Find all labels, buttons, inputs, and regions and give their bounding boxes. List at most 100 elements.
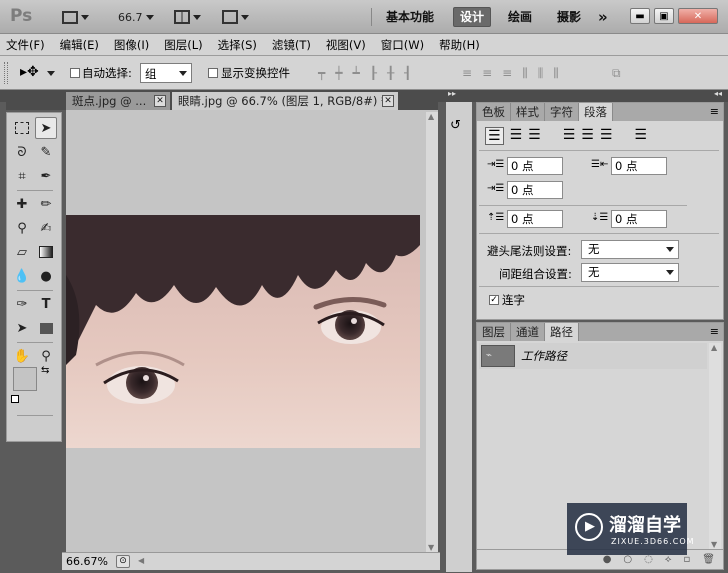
distribute-bottom-icon[interactable]: ≡ <box>502 66 512 81</box>
foreground-color-swatch[interactable] <box>13 367 37 391</box>
screen-mode-button[interactable] <box>222 8 249 26</box>
workspace-photography[interactable]: 摄影 <box>551 7 587 27</box>
tab-layers[interactable]: 图层 <box>477 323 511 341</box>
first-line-indent-input[interactable]: 0 点 <box>507 181 563 199</box>
close-button[interactable]: ✕ <box>678 8 718 24</box>
distribute-top-icon[interactable]: ≡ <box>462 66 472 81</box>
align-center-text-icon[interactable]: ☰ <box>510 127 523 145</box>
auto-select-dropdown[interactable]: 组 <box>140 63 192 83</box>
indent-left-input[interactable]: 0 点 <box>507 157 563 175</box>
workspace-essentials[interactable]: 基本功能 <box>380 7 440 27</box>
lasso-tool-icon[interactable]: ᘐ <box>11 141 33 163</box>
workspace-design[interactable]: 设计 <box>453 7 492 27</box>
tab-channels[interactable]: 通道 <box>511 323 545 341</box>
clone-stamp-tool-icon[interactable]: ⚲ <box>11 217 33 239</box>
expand-arrow-icon[interactable]: ◂◂ <box>714 89 722 98</box>
dodge-tool-icon[interactable]: ● <box>35 265 57 287</box>
show-transform-checkbox[interactable] <box>208 68 218 78</box>
align-bottom-icon[interactable]: ┷ <box>352 66 359 80</box>
history-panel-icon[interactable]: ↺ <box>450 118 461 133</box>
align-vcenter-icon[interactable]: ┿ <box>335 66 342 80</box>
hyphenate-checkbox[interactable]: ✓ <box>489 295 499 305</box>
menu-edit[interactable]: 编辑(E) <box>60 37 99 53</box>
bridge-launch-button[interactable] <box>62 8 89 26</box>
rectangle-tool-icon[interactable] <box>35 317 57 339</box>
hand-tool-icon[interactable]: ✋ <box>11 345 33 367</box>
delete-path-icon[interactable]: 🗑 <box>702 554 715 565</box>
move-tool-icon[interactable]: ➤ <box>35 117 57 139</box>
scroll-down-arrow-icon[interactable]: ▼ <box>711 540 717 549</box>
info-menu-icon[interactable]: ⊙ <box>116 555 130 568</box>
tab-document-eyes[interactable]: 眼睛.jpg @ 66.7% (图层 1, RGB/8#) * ✕ <box>172 92 398 110</box>
close-icon[interactable]: ✕ <box>382 95 394 107</box>
quick-select-tool-icon[interactable]: ✎ <box>35 141 57 163</box>
menu-file[interactable]: 文件(F) <box>6 37 45 53</box>
auto-select-checkbox[interactable] <box>70 68 80 78</box>
kinsoku-dropdown[interactable]: 无 <box>581 240 679 259</box>
menu-view[interactable]: 视图(V) <box>326 37 366 53</box>
vertical-scrollbar[interactable]: ▲ ▼ <box>709 343 721 549</box>
fill-path-icon[interactable]: ● <box>603 554 612 565</box>
zoom-status[interactable]: 66.67% <box>66 555 108 568</box>
indent-right-input[interactable]: 0 点 <box>611 157 667 175</box>
healing-brush-tool-icon[interactable]: ✚ <box>11 193 33 215</box>
distribute-vcenter-icon[interactable]: ≡ <box>482 66 492 81</box>
pen-tool-icon[interactable]: ✑ <box>11 293 33 315</box>
move-tool-preset-icon[interactable]: ▸✥ <box>20 64 39 80</box>
justify-last-left-icon[interactable]: ☰ <box>563 127 576 145</box>
space-after-input[interactable]: 0 点 <box>611 210 667 228</box>
swap-colors-icon[interactable]: ⇆ <box>41 365 49 376</box>
minimize-button[interactable]: ▬ <box>630 8 650 24</box>
gradient-tool-icon[interactable] <box>35 241 57 263</box>
list-item[interactable]: ⌁ 工作路径 <box>479 343 707 369</box>
scroll-left-arrow-icon[interactable]: ◀ <box>138 556 144 565</box>
align-left-text-icon[interactable]: ☰ <box>485 127 504 145</box>
view-extras-button[interactable] <box>174 8 201 26</box>
menu-filter[interactable]: 滤镜(T) <box>272 37 311 53</box>
mojikumi-dropdown[interactable]: 无 <box>581 263 679 282</box>
menu-window[interactable]: 窗口(W) <box>381 37 424 53</box>
menu-layer[interactable]: 图层(L) <box>164 37 202 53</box>
zoom-tool-icon[interactable]: ⚲ <box>35 345 57 367</box>
type-tool-icon[interactable]: T <box>35 293 57 315</box>
close-icon[interactable]: ✕ <box>154 95 166 107</box>
load-selection-icon[interactable]: ◌ <box>644 554 653 565</box>
panel-menu-icon[interactable]: ≡ <box>710 103 723 121</box>
align-right-icon[interactable]: ┨ <box>404 66 411 80</box>
auto-align-icon[interactable]: ⧉ <box>612 66 621 81</box>
eyedropper-tool-icon[interactable]: ✒ <box>35 165 57 187</box>
blur-tool-icon[interactable]: 💧 <box>11 265 33 287</box>
scroll-up-arrow-icon[interactable]: ▲ <box>711 343 717 352</box>
justify-last-center-icon[interactable]: ☰ <box>581 127 594 145</box>
align-left-icon[interactable]: ┠ <box>370 66 377 80</box>
more-workspaces-button[interactable]: » <box>592 7 614 27</box>
document-image[interactable] <box>66 215 420 448</box>
tab-document-spots[interactable]: 斑点.jpg @ ... ✕ <box>66 92 170 110</box>
scroll-down-arrow-icon[interactable]: ▼ <box>428 543 434 552</box>
align-right-text-icon[interactable]: ☰ <box>528 127 541 145</box>
align-hcenter-icon[interactable]: ╂ <box>387 66 394 80</box>
align-top-icon[interactable]: ┯ <box>318 66 325 80</box>
workspace-painting[interactable]: 绘画 <box>502 7 538 27</box>
brush-tool-icon[interactable]: ✏ <box>35 193 57 215</box>
chevron-down-icon[interactable] <box>47 71 55 76</box>
eraser-tool-icon[interactable]: ▱ <box>11 241 33 263</box>
grip-handle[interactable] <box>4 62 8 84</box>
tab-character[interactable]: 字符 <box>545 103 579 121</box>
distribute-left-icon[interactable]: ⫼ <box>522 66 528 81</box>
path-selection-tool-icon[interactable]: ➤ <box>11 317 33 339</box>
tab-styles[interactable]: 样式 <box>511 103 545 121</box>
menu-help[interactable]: 帮助(H) <box>439 37 480 53</box>
tab-swatches[interactable]: 色板 <box>477 103 511 121</box>
justify-last-right-icon[interactable]: ☰ <box>600 127 613 145</box>
new-path-icon[interactable]: ▫ <box>684 554 691 565</box>
menu-image[interactable]: 图像(I) <box>114 37 149 53</box>
crop-tool-icon[interactable]: ⌗ <box>11 165 33 187</box>
menu-select[interactable]: 选择(S) <box>218 37 257 53</box>
space-before-input[interactable]: 0 点 <box>507 210 563 228</box>
distribute-right-icon[interactable]: ⫼ <box>553 66 559 81</box>
default-colors-icon[interactable] <box>11 395 19 403</box>
vertical-scrollbar[interactable]: ▲ ▼ <box>426 112 438 552</box>
tab-paragraph[interactable]: 段落 <box>579 103 613 121</box>
history-brush-tool-icon[interactable]: ✍ <box>35 217 57 239</box>
